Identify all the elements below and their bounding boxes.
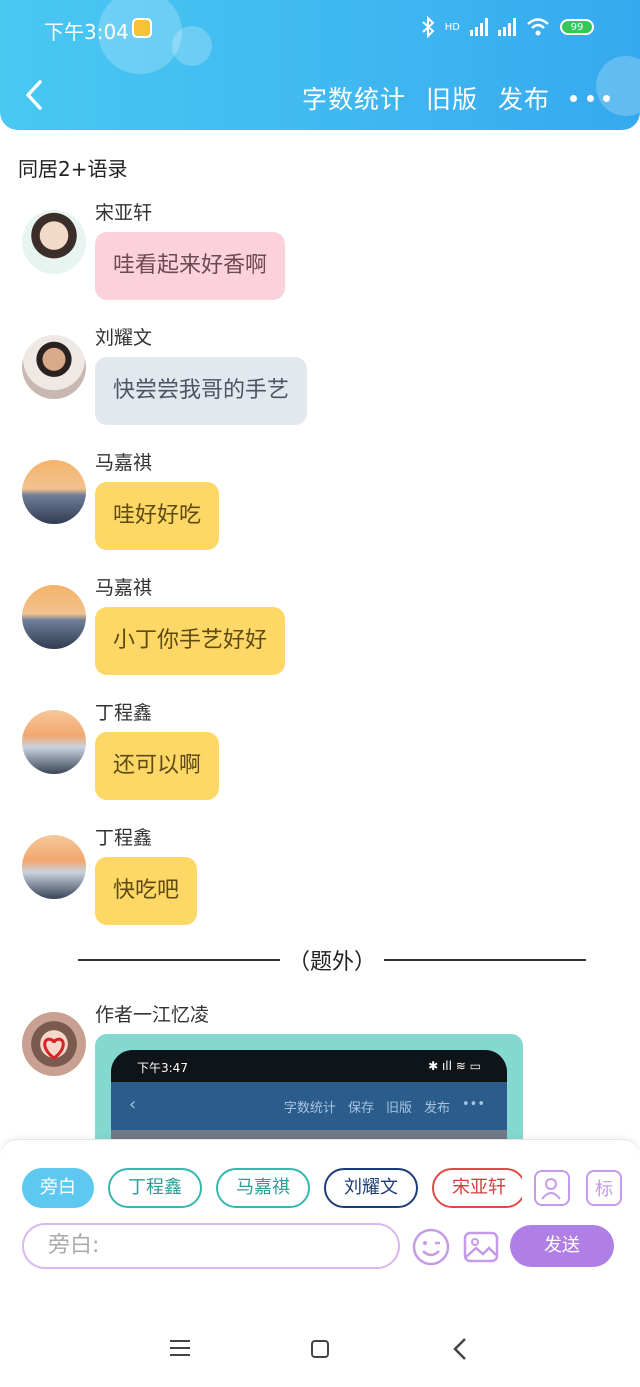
more-icon[interactable]	[570, 83, 610, 113]
sender-name: 马嘉祺	[95, 452, 153, 474]
chip-ma[interactable]: 马嘉祺	[216, 1168, 310, 1208]
more-icon: •••	[461, 1097, 485, 1112]
avatar[interactable]	[22, 835, 86, 899]
sender-name: 丁程鑫	[95, 702, 153, 724]
composer-panel: 旁白 丁程鑫 马嘉祺 刘耀文 宋亚轩 标 旁白: 发送	[0, 1139, 640, 1311]
home-icon[interactable]	[311, 1340, 329, 1358]
sender-name: 作者一江忆凌	[95, 1004, 210, 1026]
back-nav-icon[interactable]	[452, 1336, 468, 1362]
message-bubble[interactable]: 快吃吧	[95, 857, 198, 925]
divider-label: （题外）	[288, 950, 377, 975]
screenshot-time: 下午3:47	[137, 1061, 188, 1075]
role-chips: 旁白 丁程鑫 马嘉祺 刘耀文 宋亚轩	[22, 1168, 522, 1210]
chip-ding[interactable]: 丁程鑫	[108, 1168, 202, 1208]
message-bubble[interactable]: 哇好好吃	[95, 482, 220, 550]
back-icon[interactable]	[22, 78, 48, 112]
section-divider: （题外）	[78, 946, 587, 975]
screenshot-toolbar: ‹ 字数统计 保存 旧版 发布 •••	[111, 1082, 507, 1130]
avatar[interactable]	[22, 335, 86, 399]
character-settings-icon[interactable]	[534, 1170, 570, 1206]
battery-icon: 99	[560, 19, 594, 35]
label-button[interactable]: 标	[586, 1170, 622, 1206]
message-bubble[interactable]: 哇看起来好香啊	[95, 232, 286, 300]
heart-icon	[43, 1037, 65, 1060]
notification-icon	[132, 18, 152, 38]
screenshot-action: 保存	[347, 1101, 374, 1116]
screenshot-action: 发布	[423, 1101, 450, 1116]
publish-button[interactable]: 发布	[498, 80, 550, 116]
signal-icon	[498, 18, 516, 36]
avatar[interactable]	[22, 460, 86, 524]
chip-narrator[interactable]: 旁白	[22, 1168, 94, 1208]
sender-name: 马嘉祺	[95, 577, 153, 599]
status-time: 下午3:04	[44, 20, 129, 44]
emoji-icon[interactable]	[412, 1228, 450, 1266]
divider-line	[384, 959, 587, 961]
image-icon[interactable]	[462, 1228, 500, 1266]
chat-title: 同居2+语录	[18, 157, 128, 181]
recents-icon[interactable]	[170, 1340, 190, 1358]
old-version-button[interactable]: 旧版	[426, 80, 478, 116]
word-count-button[interactable]: 字数统计	[302, 80, 406, 116]
sender-name: 刘耀文	[95, 327, 153, 349]
chip-liu[interactable]: 刘耀文	[324, 1168, 418, 1208]
avatar[interactable]	[22, 210, 86, 274]
divider-line	[78, 959, 280, 961]
chevron-left-icon: ‹	[129, 1094, 137, 1115]
header-actions: 字数统计 旧版 发布	[302, 80, 610, 116]
screenshot-status-icons: ✱ ıll ≋ ▭	[428, 1059, 481, 1073]
message-bubble[interactable]: 还可以啊	[95, 732, 220, 800]
network-type: HD	[444, 21, 460, 33]
screenshot-actions: 字数统计 保存 旧版 发布 •••	[284, 1097, 485, 1116]
decor-bubble	[172, 26, 212, 66]
message-bubble[interactable]: 快尝尝我哥的手艺	[95, 357, 308, 425]
avatar[interactable]	[22, 585, 86, 649]
signal-icon	[470, 18, 488, 36]
send-button[interactable]: 发送	[510, 1225, 614, 1267]
sender-name: 宋亚轩	[95, 202, 153, 224]
bluetooth-icon	[422, 16, 435, 38]
chip-song[interactable]: 宋亚轩	[432, 1168, 522, 1208]
screenshot-action: 字数统计	[283, 1101, 336, 1116]
message-input[interactable]: 旁白:	[22, 1223, 400, 1269]
status-icons: HD 99	[421, 16, 594, 38]
screenshot-status-bar: 下午3:47 ✱ ıll ≋ ▭	[111, 1050, 507, 1082]
system-nav-bar	[0, 1310, 640, 1387]
app-header: 下午3:04 HD 99 字数统计 旧版 发布	[0, 0, 640, 130]
screenshot-action: 旧版	[385, 1101, 412, 1116]
sender-name: 丁程鑫	[95, 827, 153, 849]
avatar[interactable]	[22, 1012, 86, 1076]
wifi-icon	[527, 18, 549, 36]
message-bubble[interactable]: 小丁你手艺好好	[95, 607, 286, 675]
avatar[interactable]	[22, 710, 86, 774]
